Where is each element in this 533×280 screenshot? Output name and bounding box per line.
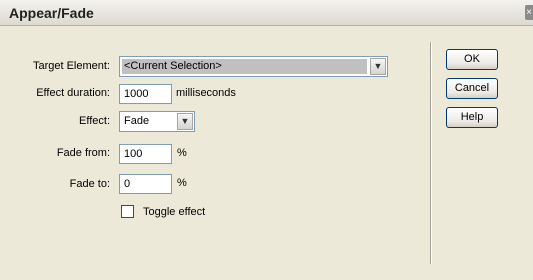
target-element-select[interactable]: <Current Selection> ▼	[119, 56, 388, 77]
effect-duration-unit: milliseconds	[176, 87, 236, 99]
cancel-button[interactable]: Cancel	[446, 78, 498, 99]
fade-to-unit: %	[177, 177, 187, 189]
dialog-title: Appear/Fade	[9, 5, 94, 21]
target-element-value: <Current Selection>	[122, 59, 367, 74]
toggle-effect-checkbox[interactable]	[121, 205, 134, 218]
chevron-down-icon[interactable]: ▼	[370, 58, 386, 75]
appear-fade-dialog: Appear/Fade × Target Element: <Current S…	[0, 0, 533, 280]
fade-to-input[interactable]: 0	[119, 174, 172, 194]
effect-duration-input[interactable]: 1000	[119, 84, 172, 104]
divider	[430, 42, 432, 264]
toggle-effect-label[interactable]: Toggle effect	[143, 206, 205, 218]
effect-value: Fade	[124, 115, 150, 127]
help-button[interactable]: Help	[446, 107, 498, 128]
fade-from-label: Fade from:	[56, 147, 110, 159]
close-icon[interactable]: ×	[525, 5, 533, 20]
ok-button[interactable]: OK	[446, 49, 498, 70]
title-bar: Appear/Fade ×	[0, 0, 533, 26]
effect-label: Effect:	[79, 115, 110, 127]
chevron-down-icon[interactable]: ▼	[177, 113, 193, 130]
effect-select[interactable]: Fade ▼	[119, 111, 195, 132]
target-element-label: Target Element:	[32, 60, 110, 72]
fade-from-input[interactable]: 100	[119, 144, 172, 164]
fade-from-unit: %	[177, 147, 187, 159]
fade-to-label: Fade to:	[69, 178, 110, 190]
effect-duration-label: Effect duration:	[36, 87, 110, 99]
